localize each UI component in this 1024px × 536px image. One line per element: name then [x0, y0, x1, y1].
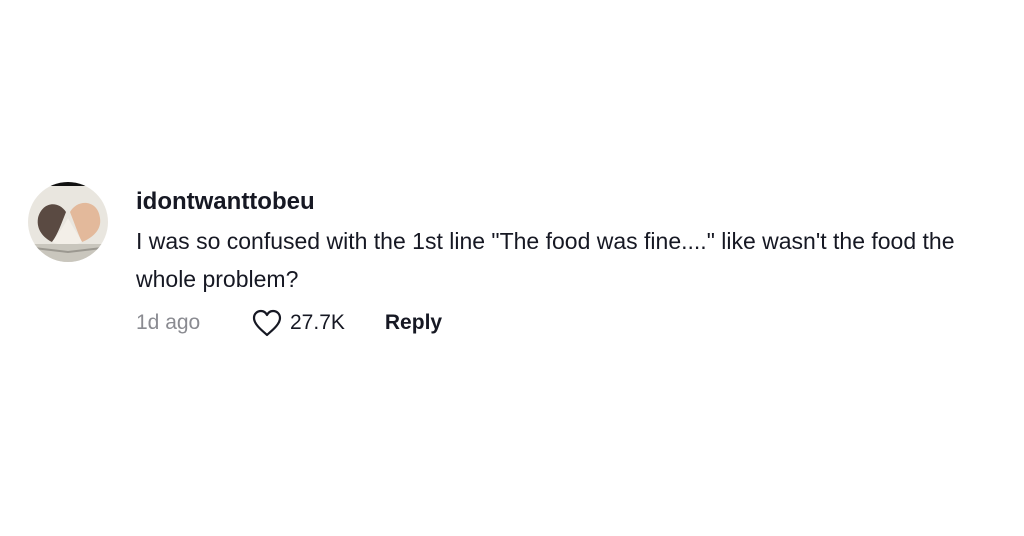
comment-meta: 1d ago 27.7K Reply [136, 304, 998, 342]
like-count: 27.7K [290, 311, 345, 334]
timestamp: 1d ago [136, 311, 201, 334]
heart-outline-icon [252, 309, 282, 337]
username[interactable]: idontwanttobeu [136, 186, 998, 218]
like-button[interactable]: 27.7K [252, 309, 345, 337]
comment-text: I was so confused with the 1st line "The… [136, 228, 955, 292]
heart-hands-avatar-icon [28, 182, 108, 262]
avatar[interactable] [28, 182, 108, 262]
reply-button[interactable]: Reply [385, 311, 442, 335]
comment-body: idontwanttobeu I was so confused with th… [136, 186, 998, 342]
